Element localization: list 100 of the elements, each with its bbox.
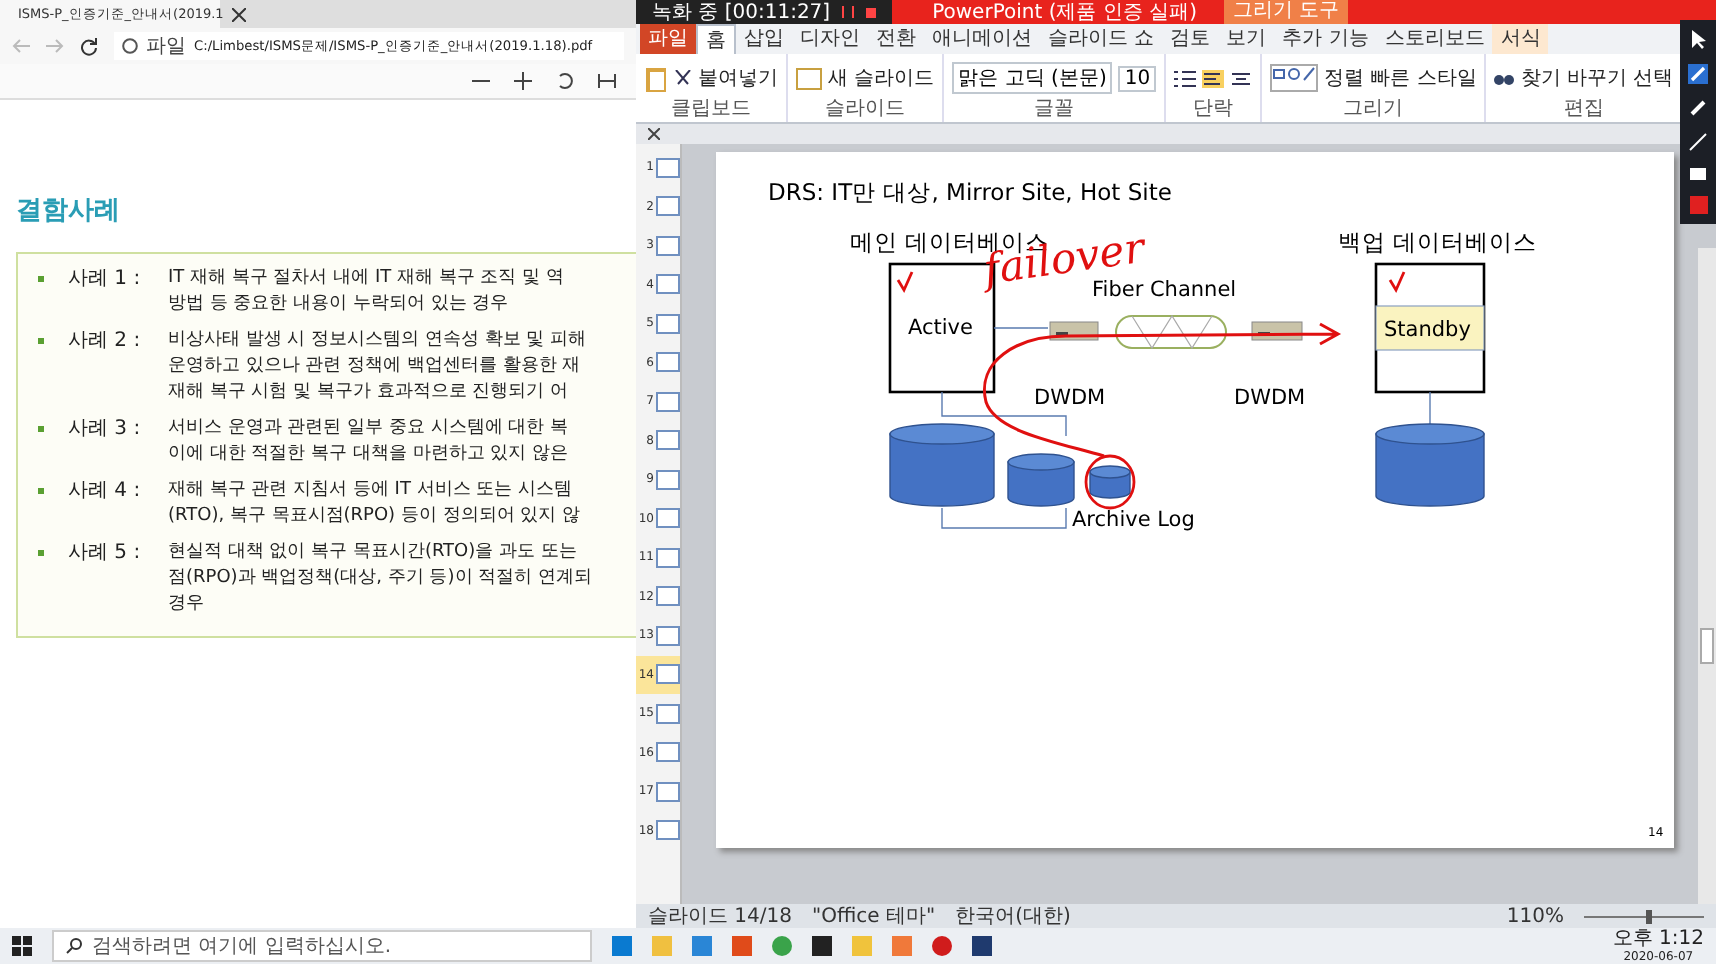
pointer-icon[interactable] bbox=[1690, 30, 1706, 50]
align-center-icon[interactable] bbox=[1230, 69, 1253, 87]
scissors-icon[interactable] bbox=[674, 69, 692, 87]
marker-icon[interactable] bbox=[1688, 98, 1708, 118]
ribbon-tab[interactable]: 애니메이션 bbox=[924, 24, 1040, 54]
slide-counter: 슬라이드 14/18 bbox=[648, 904, 792, 930]
theme-name: "Office 테마" bbox=[812, 904, 936, 930]
section-heading: 결함사례 bbox=[16, 194, 122, 228]
annotation-circle bbox=[1084, 454, 1136, 510]
case-label: 사례 2 : bbox=[68, 328, 143, 354]
windows-start-icon[interactable] bbox=[12, 936, 32, 956]
case-text: 운영하고 있으나 관련 정책에 백업센터를 활용한 재 bbox=[168, 354, 583, 380]
selection-frame bbox=[1375, 305, 1485, 351]
chrome-app-icon[interactable] bbox=[772, 936, 792, 956]
clipboard-icon bbox=[644, 64, 668, 92]
ribbon-button[interactable]: 빠른 스타일 bbox=[1370, 64, 1477, 92]
bullet-list-icon[interactable] bbox=[1174, 69, 1197, 87]
window-title: PowerPoint (제품 인증 실패) bbox=[932, 0, 1197, 26]
clock-time: 오후 1:12 bbox=[1612, 929, 1704, 949]
recording-text: 녹화 중 [00:11:27] bbox=[652, 0, 831, 26]
fit-width-icon[interactable] bbox=[598, 72, 616, 90]
bullet-icon bbox=[38, 276, 44, 282]
case-label: 사례 3 : bbox=[68, 416, 143, 442]
database-icon bbox=[1089, 465, 1131, 499]
eraser-icon[interactable] bbox=[1688, 166, 1708, 182]
binoculars-icon bbox=[1494, 70, 1515, 86]
ribbon-button[interactable]: 정렬 bbox=[1324, 64, 1365, 92]
case-text: 방법 등 중요한 내용이 누락되어 있는 경우 bbox=[168, 292, 511, 318]
ribbon-button[interactable]: 새 슬라이드 bbox=[828, 64, 935, 92]
pause-icon[interactable] bbox=[842, 6, 855, 18]
check-mark bbox=[1388, 271, 1406, 294]
close-icon[interactable] bbox=[231, 7, 246, 21]
group-label: 그리기 bbox=[1341, 98, 1406, 122]
case-label: 사례 5 : bbox=[68, 540, 143, 566]
dwdm-device-icon bbox=[1251, 321, 1303, 341]
database-icon bbox=[889, 423, 995, 507]
ribbon-button[interactable]: 선택 bbox=[1632, 64, 1673, 92]
database-icon bbox=[1007, 453, 1075, 507]
bullet-icon bbox=[38, 426, 44, 432]
case-text: 이에 대한 적절한 복구 대책을 마련하고 있지 않은 bbox=[168, 442, 569, 468]
scrollbar[interactable] bbox=[1698, 248, 1716, 904]
dwdm-label: DWDM bbox=[1234, 386, 1306, 410]
ribbon-tab[interactable]: 전환 bbox=[868, 24, 924, 54]
ribbon-tab[interactable]: 슬라이드 쇼 bbox=[1040, 24, 1163, 54]
ribbon-tab[interactable]: 홈 bbox=[696, 23, 736, 55]
case-text: 비상사태 발생 시 정보시스템의 연속성 확보 및 피해 bbox=[168, 328, 587, 354]
address-label: 파일 bbox=[146, 34, 186, 60]
bullet-icon bbox=[38, 338, 44, 344]
search-icon bbox=[66, 938, 82, 954]
ribbon-button[interactable]: 바꾸기 bbox=[1566, 64, 1627, 92]
ribbon-tab[interactable]: 보기 bbox=[1218, 24, 1275, 54]
case-label: 사례 4 : bbox=[68, 478, 143, 504]
context-tab-label: 그리기 도구 bbox=[1224, 0, 1348, 24]
ribbon-tab[interactable]: 디자인 bbox=[792, 24, 868, 54]
slider-thumb[interactable] bbox=[1646, 909, 1653, 923]
backup-db-label: 백업 데이터베이스 bbox=[1338, 228, 1538, 256]
case-label: 사례 1 : bbox=[68, 266, 143, 292]
color-swatch-icon[interactable] bbox=[1689, 196, 1707, 214]
ribbon-tab[interactable]: 파일 bbox=[640, 24, 696, 54]
case-text: 재해 복구 관련 지침서 등에 IT 서비스 또는 시스템 bbox=[168, 478, 575, 504]
group-label: 글꼴 bbox=[1032, 98, 1077, 122]
ribbon-button[interactable]: 붙여넣기 bbox=[698, 64, 778, 92]
stop-icon[interactable] bbox=[866, 7, 877, 17]
connector-line bbox=[1429, 391, 1431, 427]
line-icon[interactable] bbox=[1688, 132, 1708, 152]
refresh-icon[interactable] bbox=[80, 37, 98, 55]
case-text: 재해 복구 시험 및 복구가 효과적으로 진행되기 어 bbox=[168, 380, 571, 406]
shapes-icon[interactable] bbox=[1270, 64, 1319, 92]
ribbon-tab[interactable]: 스토리보드 bbox=[1376, 24, 1493, 54]
ribbon-tab[interactable]: 서식 bbox=[1492, 24, 1549, 54]
font-size-field[interactable]: 10 bbox=[1118, 65, 1157, 91]
ribbon-tab[interactable]: 추가 기능 bbox=[1274, 24, 1377, 54]
pen-icon[interactable] bbox=[1688, 64, 1708, 84]
database-icon bbox=[1375, 423, 1485, 507]
search-field[interactable]: 검색하려면 여기에 입력하십시오. bbox=[52, 930, 592, 962]
ribbon-tab[interactable]: 삽입 bbox=[736, 24, 792, 54]
case-text: 점(RPO)과 백업정책(대상, 주기 등)이 적절히 연계되 bbox=[168, 566, 592, 592]
ribbon-tab[interactable]: 검토 bbox=[1162, 24, 1219, 54]
slide-title: DRS: IT만 대상, Mirror Site, Hot Site bbox=[768, 178, 1172, 206]
standby-label: Standby bbox=[1384, 318, 1471, 342]
archive-log-label: Archive Log bbox=[1072, 508, 1195, 532]
case-text: 경우 bbox=[168, 592, 206, 618]
zoom-in-icon[interactable] bbox=[514, 72, 532, 90]
case-text: 서비스 운영과 관련된 일부 중요 시스템에 대한 복 bbox=[168, 416, 569, 442]
ribbon-button[interactable]: 찾기 bbox=[1520, 64, 1561, 92]
group-label: 단락 bbox=[1191, 98, 1236, 122]
record-app-icon[interactable] bbox=[932, 936, 952, 956]
pane-close-icon[interactable] bbox=[648, 128, 660, 140]
cable-tube-drawing bbox=[1115, 314, 1227, 350]
font-name-field[interactable]: 맑은 고딕 (본문) bbox=[952, 62, 1113, 94]
rotate-icon[interactable] bbox=[556, 72, 574, 90]
group-label: 슬라이드 bbox=[823, 98, 908, 122]
dwdm-label: DWDM bbox=[1034, 386, 1106, 410]
slide-icon bbox=[796, 67, 822, 89]
align-left-icon[interactable] bbox=[1202, 69, 1225, 87]
group-label: 클립보드 bbox=[669, 98, 753, 122]
group-label: 편집 bbox=[1561, 98, 1606, 122]
case-text: IT 재해 복구 절차서 내에 IT 재해 복구 조직 및 역 bbox=[168, 266, 564, 292]
case-text: 현실적 대책 없이 복구 목표시간(RTO)을 과도 또는 bbox=[168, 540, 579, 566]
case-text: (RTO), 복구 목표시점(RPO) 등이 정의되어 있지 않 bbox=[168, 504, 581, 530]
